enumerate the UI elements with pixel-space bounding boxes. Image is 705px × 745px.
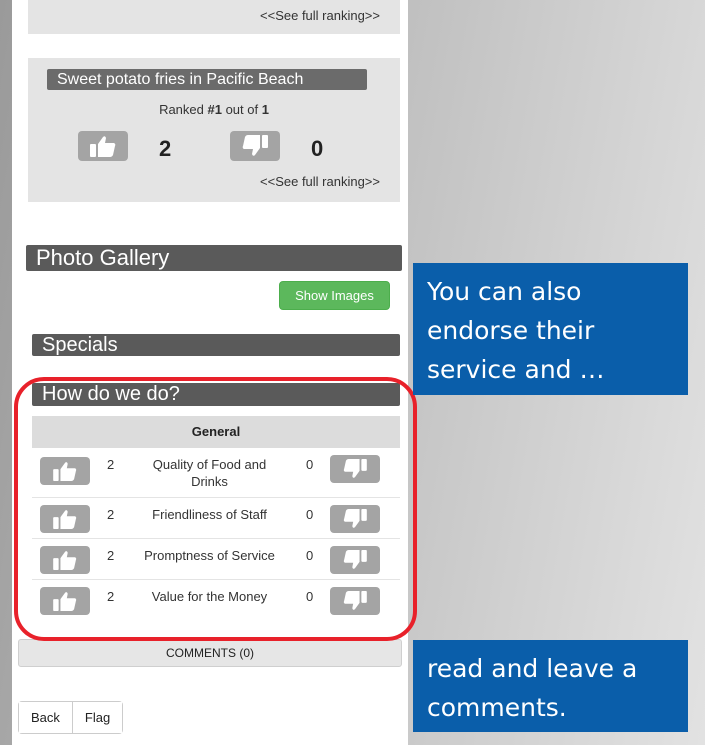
thumbs-down-icon xyxy=(343,509,367,528)
up-count: 2 xyxy=(107,548,115,563)
thumbs-up-icon xyxy=(53,510,77,529)
criterion-label: Quality of Food and Drinks xyxy=(152,457,267,489)
ranked-line: Ranked #1 out of 1 xyxy=(28,102,400,117)
up-count: 2 xyxy=(107,507,115,522)
thumbs-up-button[interactable] xyxy=(40,505,90,533)
thumbs-up-icon xyxy=(53,592,77,611)
ranked-value: #1 xyxy=(207,102,222,117)
ranked-suffix: out of xyxy=(221,102,262,117)
thumbs-down-button[interactable] xyxy=(330,505,380,533)
table-row: 2 Quality of Food and Drinks 0 xyxy=(32,448,400,498)
ranking-card: Sweet potato fries in Pacific Beach Rank… xyxy=(28,58,400,202)
thumbs-down-icon xyxy=(242,135,268,156)
thumbs-up-icon xyxy=(53,462,77,481)
callout-endorse: You can also endorse their service and … xyxy=(413,263,688,395)
flag-button[interactable]: Flag xyxy=(71,702,123,733)
thumbs-down-icon xyxy=(343,459,367,478)
thumbs-up-button[interactable] xyxy=(40,546,90,574)
criterion-label: Friendliness of Staff xyxy=(152,507,267,522)
previous-ranking-card: <<See full ranking>> xyxy=(28,0,400,34)
specials-heading: Specials xyxy=(32,334,400,356)
how-do-we-do-heading: How do we do? xyxy=(32,383,400,406)
callout-comments: read and leave a comments. xyxy=(413,640,688,732)
thumbs-down-count: 0 xyxy=(311,136,324,161)
thumbs-down-button[interactable] xyxy=(330,455,380,483)
down-count: 0 xyxy=(306,548,314,563)
thumbs-down-button[interactable] xyxy=(230,131,280,161)
thumbs-down-button[interactable] xyxy=(330,546,380,574)
up-count: 2 xyxy=(107,589,115,604)
criterion-label: Promptness of Service xyxy=(144,548,275,563)
down-count: 0 xyxy=(306,507,314,522)
comments-button[interactable]: COMMENTS (0) xyxy=(18,639,402,667)
table-row: 2 Value for the Money 0 xyxy=(32,580,400,621)
thumbs-down-button[interactable] xyxy=(330,587,380,615)
table-header: General xyxy=(32,416,400,448)
thumbs-up-icon xyxy=(53,551,77,570)
mobile-screen: <<See full ranking>> Sweet potato fries … xyxy=(12,0,408,745)
thumbs-down-icon xyxy=(343,550,367,569)
show-images-button[interactable]: Show Images xyxy=(279,281,390,310)
down-count: 0 xyxy=(306,589,314,604)
see-full-ranking-link[interactable]: <<See full ranking>> xyxy=(260,8,380,23)
thumbs-up-button[interactable] xyxy=(78,131,128,161)
table-row: 2 Friendliness of Staff 0 xyxy=(32,498,400,539)
back-button[interactable]: Back xyxy=(19,702,72,733)
thumbs-up-count: 2 xyxy=(159,136,172,161)
thumbs-up-icon xyxy=(90,136,116,157)
down-count: 0 xyxy=(306,457,314,472)
thumbs-up-button[interactable] xyxy=(40,587,90,615)
photo-gallery-heading: Photo Gallery xyxy=(26,245,402,271)
see-full-ranking-link[interactable]: <<See full ranking>> xyxy=(260,174,380,189)
ranked-prefix: Ranked xyxy=(159,102,208,117)
ranked-total: 1 xyxy=(261,102,269,117)
thumbs-down-icon xyxy=(343,591,367,610)
rating-table: General 2 Quality of Food and Drinks 0 2… xyxy=(32,416,400,621)
up-count: 2 xyxy=(107,457,115,472)
footer-button-group: Back Flag xyxy=(18,701,124,734)
ranking-title: Sweet potato fries in Pacific Beach xyxy=(47,69,367,90)
criterion-label: Value for the Money xyxy=(151,589,268,604)
thumbs-up-button[interactable] xyxy=(40,457,90,485)
table-row: 2 Promptness of Service 0 xyxy=(32,539,400,580)
